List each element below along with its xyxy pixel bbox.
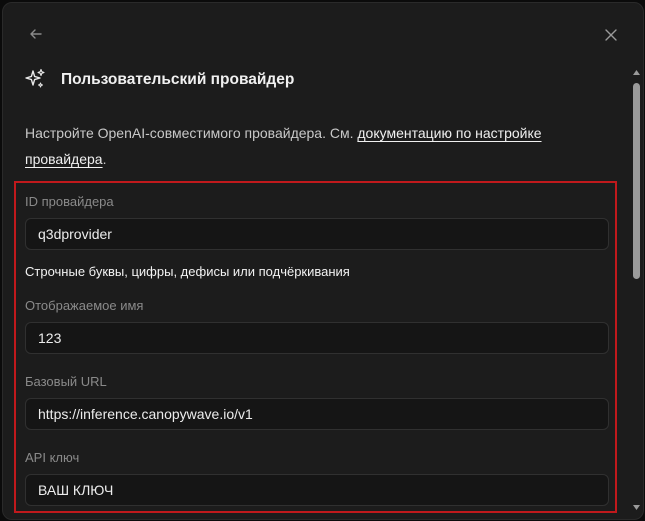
description-suffix: .	[102, 151, 107, 167]
api-key-input[interactable]: ВАШ КЛЮЧ	[25, 474, 609, 506]
base-url-input[interactable]: https://inference.canopywave.io/v1	[25, 398, 609, 430]
scroll-down-arrow-icon[interactable]	[632, 504, 641, 511]
dialog-title: Пользовательский провайдер	[61, 71, 295, 88]
display-name-input[interactable]: 123	[25, 322, 609, 354]
close-button[interactable]	[599, 23, 623, 47]
description-text: Настройте OpenAI-совместимого провайдера…	[25, 125, 354, 141]
base-url-label: Базовый URL	[25, 374, 107, 389]
display-name-label: Отображаемое имя	[25, 298, 144, 313]
provider-id-hint: Строчные буквы, цифры, дефисы или подчёр…	[25, 264, 350, 279]
scrollbar[interactable]	[630, 65, 642, 517]
api-key-label: API ключ	[25, 450, 80, 465]
scrollbar-thumb[interactable]	[633, 83, 640, 279]
back-button[interactable]	[23, 21, 49, 47]
provider-id-label: ID провайдера	[25, 194, 114, 209]
provider-id-input[interactable]: q3dprovider	[25, 218, 609, 250]
scroll-up-arrow-icon[interactable]	[632, 69, 641, 76]
arrow-left-icon	[30, 29, 42, 39]
dialog-description: Настройте OpenAI-совместимого провайдера…	[25, 120, 585, 172]
close-icon	[605, 29, 617, 41]
sparkles-icon	[23, 67, 47, 91]
custom-provider-dialog: Пользовательский провайдер Настройте Ope…	[2, 2, 644, 520]
